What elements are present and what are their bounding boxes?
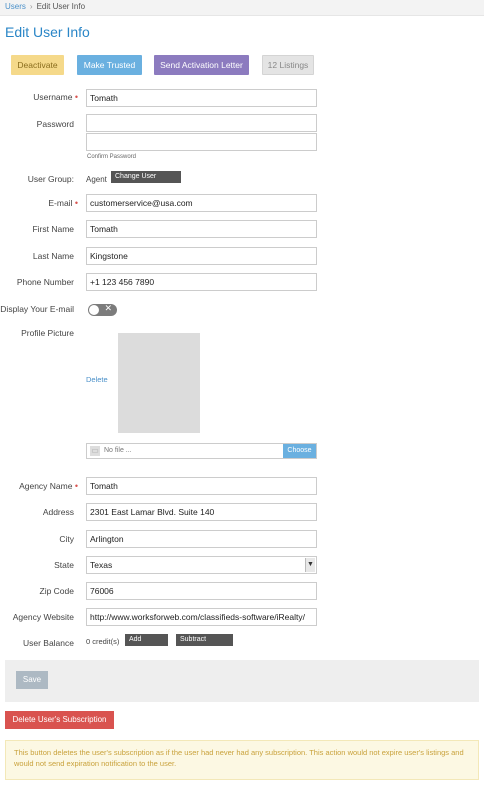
choose-file-button[interactable]: Choose <box>283 444 316 458</box>
city-label: City <box>59 534 74 544</box>
confirm-password-field[interactable] <box>86 133 317 151</box>
city-field[interactable]: Arlington <box>86 530 317 548</box>
breadcrumb-current: Edit User Info <box>36 2 86 11</box>
zip-field[interactable]: 76006 <box>86 582 317 600</box>
deactivate-button[interactable]: Deactivate <box>11 55 64 75</box>
zip-label: Zip Code <box>39 586 75 596</box>
confirm-password-caption: Confirm Password <box>87 154 137 160</box>
state-selected-value: Texas <box>90 560 113 570</box>
phone-field[interactable]: +1 123 456 7890 <box>86 273 317 291</box>
save-bar: Save <box>5 660 479 702</box>
user-group-label: User Group: <box>27 174 74 184</box>
subtract-credits-button[interactable]: Subtract Credits <box>176 634 233 655</box>
address-field[interactable]: 2301 East Lamar Blvd. Suite 140 <box>86 503 317 521</box>
agency-name-label-text: Agency Name <box>19 481 73 491</box>
password-field[interactable] <box>86 114 317 132</box>
send-activation-letter-button[interactable]: Send Activation Letter <box>154 55 249 75</box>
username-label: Username • <box>4 92 78 102</box>
delete-subscription-button[interactable]: Delete User's Subscription <box>5 711 114 729</box>
username-label-text: Username <box>33 92 73 102</box>
change-user-group-button[interactable]: Change User Group <box>111 171 181 192</box>
listings-count-button[interactable]: 12 Listings <box>262 55 314 75</box>
email-label-text: E-mail <box>48 198 73 208</box>
first-name-field[interactable]: Tomath <box>86 220 317 238</box>
required-marker: • <box>74 92 78 102</box>
user-group-value: Agent <box>86 175 107 184</box>
breadcrumb: Users › Edit User Info <box>0 0 484 16</box>
display-email-toggle[interactable]: ✕ <box>88 303 117 316</box>
balance-label: User Balance <box>22 638 74 648</box>
file-placeholder: No file ... <box>104 447 132 454</box>
make-trusted-button[interactable]: Make Trusted <box>77 55 142 75</box>
first-name-label: First Name <box>32 224 74 234</box>
toggle-off-icon: ✕ <box>104 303 112 313</box>
agency-name-label: Agency Name • <box>4 481 78 491</box>
subscription-warning: This button deletes the user's subscript… <box>5 740 479 780</box>
file-upload-box[interactable]: ▭ No file ... Choose <box>86 443 317 459</box>
phone-label: Phone Number <box>16 277 74 287</box>
email-field[interactable]: customerservice@usa.com <box>86 194 317 212</box>
delete-photo-link[interactable]: Delete <box>86 375 108 384</box>
required-marker: • <box>74 198 78 208</box>
toggle-knob <box>89 305 99 315</box>
file-icon: ▭ <box>90 446 100 456</box>
breadcrumb-users-link[interactable]: Users <box>5 2 26 11</box>
dropdown-arrow-icon: ▼ <box>305 558 315 572</box>
balance-value: 0 credit(s) <box>86 637 120 646</box>
state-label: State <box>54 560 74 570</box>
website-label: Agency Website <box>12 612 74 622</box>
save-button[interactable]: Save <box>16 671 48 689</box>
breadcrumb-separator: › <box>29 2 33 11</box>
password-label: Password <box>36 119 74 129</box>
email-label: E-mail • <box>4 198 78 208</box>
last-name-label: Last Name <box>32 251 74 261</box>
username-field[interactable]: Tomath <box>86 89 317 107</box>
address-label: Address <box>42 507 74 517</box>
agency-name-field[interactable]: Tomath <box>86 477 317 495</box>
website-field[interactable]: http://www.worksforweb.com/classifieds-s… <box>86 608 317 626</box>
required-marker: • <box>74 481 78 491</box>
display-email-label: Display Your E-mail <box>0 304 74 314</box>
profile-picture-label: Profile Picture <box>21 328 74 338</box>
last-name-field[interactable]: Kingstone <box>86 247 317 265</box>
add-credits-button[interactable]: Add Credits <box>125 634 168 655</box>
page-title: Edit User Info <box>5 24 90 40</box>
state-select[interactable]: Texas ▼ <box>86 556 317 574</box>
profile-photo <box>118 333 200 433</box>
